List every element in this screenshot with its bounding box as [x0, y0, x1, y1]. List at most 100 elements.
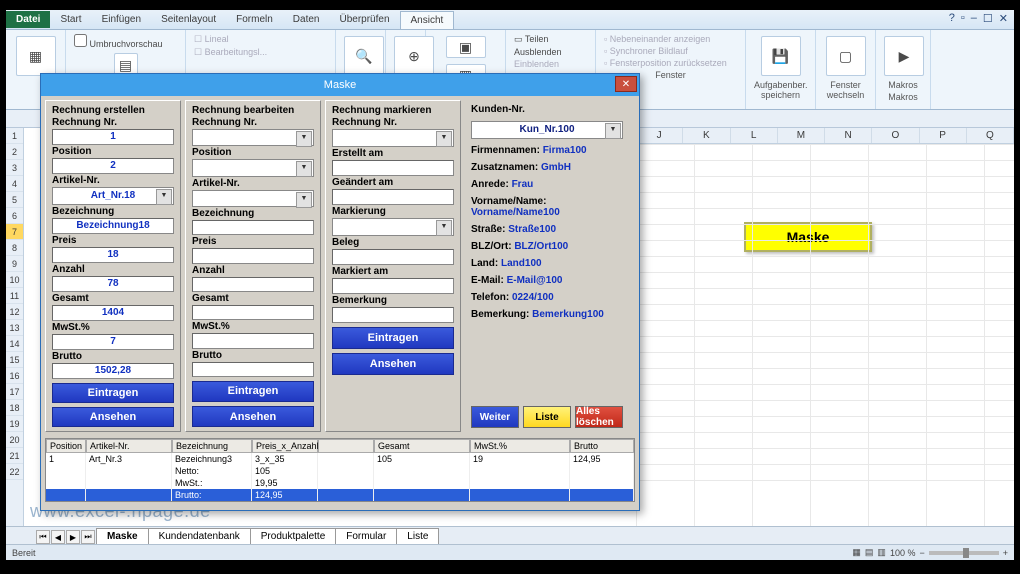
field-input[interactable] — [192, 362, 314, 377]
field-input[interactable] — [192, 333, 314, 348]
cells-area[interactable]: Maske — [636, 144, 1014, 526]
row-header[interactable]: 22 — [6, 464, 23, 480]
field-input[interactable] — [332, 307, 454, 323]
ansehen-button[interactable]: Ansehen — [52, 407, 174, 427]
table-row[interactable]: 1Art_Nr.3Bezeichnung33_x_3510519124,95 — [46, 453, 634, 465]
liste-button[interactable]: Liste — [523, 406, 571, 428]
new-window-button[interactable]: ▣ — [446, 36, 486, 58]
window-max-icon[interactable]: ☐ — [983, 12, 993, 25]
field-input[interactable]: 1 — [52, 129, 174, 145]
eintragen-button[interactable]: Eintragen — [332, 327, 454, 349]
row-header[interactable]: 10 — [6, 272, 23, 288]
aufgaben-button[interactable]: 💾 — [761, 36, 801, 76]
row-header[interactable]: 20 — [6, 432, 23, 448]
umbruchvorschau-check[interactable] — [74, 34, 87, 47]
table-row[interactable]: Netto:105 — [46, 465, 634, 477]
row-header[interactable]: 17 — [6, 384, 23, 400]
col-header[interactable]: J — [636, 128, 683, 143]
field-input[interactable]: 7 — [52, 334, 174, 350]
field-input[interactable] — [192, 277, 314, 292]
tab-nav-last[interactable]: ⏭ — [81, 530, 95, 544]
table-header[interactable]: Brutto — [570, 439, 634, 453]
col-header[interactable]: K — [683, 128, 730, 143]
close-icon[interactable]: ✕ — [615, 76, 637, 92]
table-header[interactable]: MwSt.% — [470, 439, 570, 453]
row-header[interactable]: 13 — [6, 320, 23, 336]
tab-nav-prev[interactable]: ◀ — [51, 530, 65, 544]
table-row[interactable]: Brutto:124,95 — [46, 489, 634, 501]
tab-ansicht[interactable]: Ansicht — [400, 11, 455, 29]
weiter-button[interactable]: Weiter — [471, 406, 519, 428]
invoice-table[interactable]: PositionArtikel-Nr.BezeichnungPreis_x_An… — [45, 438, 635, 502]
row-header[interactable]: 12 — [6, 304, 23, 320]
window-close-icon[interactable]: ✕ — [999, 12, 1008, 25]
tab-einfuegen[interactable]: Einfügen — [92, 11, 151, 28]
col-header[interactable]: O — [872, 128, 919, 143]
zoom-in-icon[interactable]: + — [1003, 548, 1008, 558]
tab-nav-next[interactable]: ▶ — [66, 530, 80, 544]
tab-formeln[interactable]: Formeln — [226, 11, 283, 28]
field-input[interactable] — [332, 160, 454, 176]
view-normal-icon[interactable]: ▦ — [852, 547, 861, 558]
tab-start[interactable]: Start — [50, 11, 91, 28]
col-header[interactable]: P — [920, 128, 967, 143]
table-header[interactable]: Preis_x_Anzahl — [252, 439, 318, 453]
field-input[interactable] — [192, 220, 314, 235]
file-menu[interactable]: Datei — [6, 11, 50, 28]
zoom-out-icon[interactable]: − — [919, 548, 924, 558]
view-break-icon[interactable]: ▥ — [877, 547, 886, 558]
row-header[interactable]: 18 — [6, 400, 23, 416]
col-header[interactable]: N — [825, 128, 872, 143]
view-layout-icon[interactable]: ▤ — [865, 547, 874, 558]
ansehen-button[interactable]: Ansehen — [192, 406, 314, 427]
table-header[interactable]: Artikel-Nr. — [86, 439, 172, 453]
dialog-titlebar[interactable]: Maske ✕ — [41, 74, 639, 96]
row-header[interactable]: 7 — [6, 224, 23, 240]
tab-daten[interactable]: Daten — [283, 11, 330, 28]
table-header[interactable]: Position — [46, 439, 86, 453]
zoom-button-1[interactable]: 🔍 — [344, 36, 384, 76]
makros-button[interactable]: ▶ — [884, 36, 924, 76]
row-header[interactable]: 5 — [6, 192, 23, 208]
ansehen-button[interactable]: Ansehen — [332, 353, 454, 375]
row-header[interactable]: 16 — [6, 368, 23, 384]
row-header[interactable]: 4 — [6, 176, 23, 192]
zoom-slider[interactable] — [929, 551, 999, 555]
col-header[interactable]: Q — [967, 128, 1014, 143]
field-input[interactable] — [192, 248, 314, 263]
field-combo[interactable] — [192, 129, 314, 146]
table-header[interactable]: Bezeichnung — [172, 439, 252, 453]
row-header[interactable]: 14 — [6, 336, 23, 352]
eintragen-button[interactable]: Eintragen — [52, 383, 174, 403]
tab-ueberpruefen[interactable]: Überprüfen — [329, 11, 399, 28]
row-header[interactable]: 21 — [6, 448, 23, 464]
row-header[interactable]: 6 — [6, 208, 23, 224]
minimize-ribbon-icon[interactable]: ▫ — [961, 12, 965, 25]
field-input[interactable]: 1404 — [52, 305, 174, 321]
row-header[interactable]: 3 — [6, 160, 23, 176]
window-min-icon[interactable]: – — [971, 12, 977, 25]
table-header[interactable] — [318, 439, 374, 453]
row-header[interactable]: 9 — [6, 256, 23, 272]
field-input[interactable] — [332, 249, 454, 265]
maske-cell-button[interactable]: Maske — [744, 222, 872, 252]
field-input[interactable]: 78 — [52, 276, 174, 292]
field-input[interactable] — [332, 278, 454, 294]
field-combo[interactable] — [332, 218, 454, 236]
row-header[interactable]: 2 — [6, 144, 23, 160]
field-combo[interactable]: Art_Nr.18 — [52, 187, 174, 205]
field-input[interactable]: 18 — [52, 247, 174, 263]
tab-nav-first[interactable]: ⏮ — [36, 530, 50, 544]
row-header[interactable]: 19 — [6, 416, 23, 432]
eintragen-button[interactable]: Eintragen — [192, 381, 314, 402]
field-combo[interactable] — [332, 129, 454, 147]
alles-loeschen-button[interactable]: Alles löschen — [575, 406, 623, 428]
col-header[interactable]: M — [778, 128, 825, 143]
field-input[interactable] — [332, 189, 454, 205]
field-combo[interactable] — [192, 159, 314, 176]
sheet-tab[interactable]: Kundendatenbank — [148, 528, 251, 544]
field-input[interactable] — [192, 305, 314, 320]
row-header[interactable]: 1 — [6, 128, 23, 144]
field-input[interactable]: 2 — [52, 158, 174, 174]
table-header[interactable]: Gesamt — [374, 439, 470, 453]
